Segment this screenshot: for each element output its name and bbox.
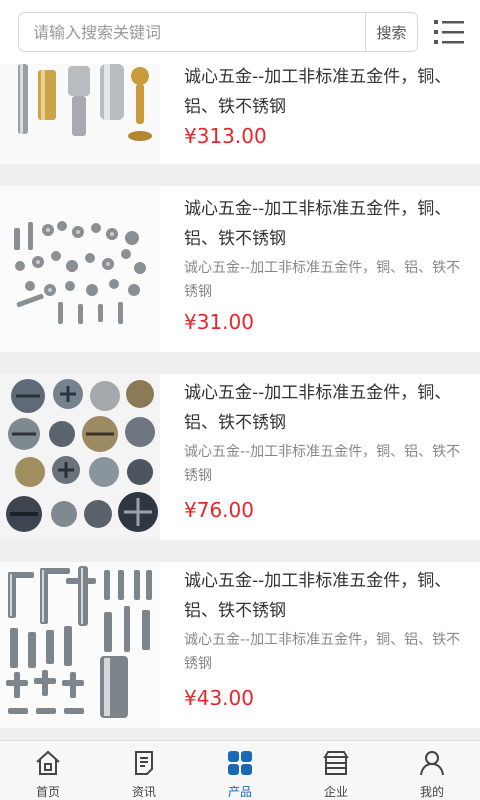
tab-home[interactable]: 首页 <box>0 741 96 800</box>
product-list: 诚心五金--加工非标准五金件，铜、铝、铁不锈钢 ¥313.00 诚心五金--加工… <box>0 0 480 740</box>
product-description: 诚心五金--加工非标准五金件，铜、铝、铁不锈钢 <box>184 260 461 300</box>
product-title[interactable]: 诚心五金--加工非标准五金件，铜、铝、铁不锈钢 <box>184 62 462 122</box>
tab-label: 我的 <box>419 785 444 799</box>
tab-company[interactable]: 企业 <box>288 741 384 800</box>
product-title[interactable]: 诚心五金--加工非标准五金件，铜、铝、铁不锈钢 <box>184 194 462 254</box>
product-image[interactable] <box>0 562 160 728</box>
tab-label: 产品 <box>227 785 252 799</box>
product-description: 诚心五金--加工非标准五金件，铜、铝、铁不锈钢 <box>184 632 461 672</box>
product-image[interactable] <box>0 374 160 540</box>
product-price: ¥313.00 <box>184 124 267 148</box>
product-price: ¥43.00 <box>184 686 254 710</box>
tab-label: 资讯 <box>131 785 156 799</box>
product-description: 诚心五金--加工非标准五金件，铜、铝、铁不锈钢 <box>184 444 461 484</box>
top-bar: 搜索 <box>0 0 480 64</box>
search-box: 搜索 <box>18 12 418 52</box>
tab-label: 企业 <box>323 785 348 799</box>
product-card[interactable]: 诚心五金--加工非标准五金件，铜、铝、铁不锈钢 诚心五金--加工非标准五金件，铜… <box>0 374 480 540</box>
search-input[interactable] <box>19 13 365 51</box>
bottom-tab-bar: 首页 资讯 产品 企业 我的 <box>0 740 480 800</box>
product-title[interactable]: 诚心五金--加工非标准五金件，铜、铝、铁不锈钢 <box>184 566 462 626</box>
products-grid-icon <box>226 749 254 777</box>
tab-news[interactable]: 资讯 <box>96 741 192 800</box>
search-button[interactable]: 搜索 <box>365 13 417 51</box>
company-icon <box>322 749 350 777</box>
product-card[interactable]: 诚心五金--加工非标准五金件，铜、铝、铁不锈钢 诚心五金--加工非标准五金件，铜… <box>0 186 480 352</box>
list-menu-icon[interactable] <box>434 18 464 46</box>
news-icon <box>130 749 158 777</box>
home-icon <box>34 749 62 777</box>
tab-label: 首页 <box>35 785 60 799</box>
user-icon <box>418 749 446 777</box>
product-title[interactable]: 诚心五金--加工非标准五金件，铜、铝、铁不锈钢 <box>184 378 462 438</box>
tab-products[interactable]: 产品 <box>192 741 288 800</box>
product-card[interactable]: 诚心五金--加工非标准五金件，铜、铝、铁不锈钢 诚心五金--加工非标准五金件，铜… <box>0 562 480 728</box>
product-price: ¥76.00 <box>184 498 254 522</box>
tab-mine[interactable]: 我的 <box>384 741 480 800</box>
product-image[interactable] <box>0 186 160 352</box>
product-price: ¥31.00 <box>184 310 254 334</box>
